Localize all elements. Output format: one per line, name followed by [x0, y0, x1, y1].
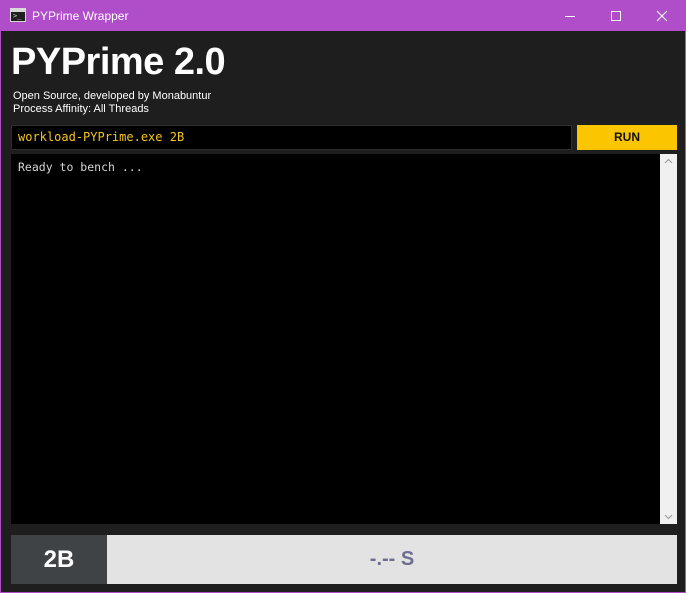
console-output: Ready to bench ... — [11, 154, 677, 524]
workload-size-badge: 2B — [11, 535, 107, 584]
title-bar[interactable]: >_ PYPrime Wrapper — [1, 1, 685, 31]
terminal-icon: >_ — [10, 8, 26, 22]
run-button[interactable]: RUN — [577, 125, 677, 150]
app-title: PYPrime 2.0 — [11, 41, 226, 83]
console-scrollbar[interactable] — [660, 154, 677, 524]
close-icon — [656, 10, 668, 22]
scroll-down-icon[interactable] — [664, 514, 673, 520]
minimize-icon — [565, 16, 575, 17]
maximize-button[interactable] — [593, 1, 639, 31]
minimize-button[interactable] — [547, 1, 593, 31]
process-affinity: Process Affinity: All Threads — [13, 103, 149, 115]
developer-credit: Open Source, developed by Monabuntur — [13, 90, 212, 102]
window-title: PYPrime Wrapper — [32, 9, 129, 23]
command-input[interactable]: workload-PYPrime.exe 2B — [11, 125, 572, 150]
app-window: >_ PYPrime Wrapper PYPrime 2.0 Open Sour… — [0, 0, 686, 593]
scroll-up-icon[interactable] — [664, 158, 673, 164]
result-time: -.-- S — [107, 535, 677, 584]
console-text: Ready to bench ... — [18, 160, 143, 174]
maximize-icon — [611, 11, 621, 21]
close-button[interactable] — [639, 1, 685, 31]
